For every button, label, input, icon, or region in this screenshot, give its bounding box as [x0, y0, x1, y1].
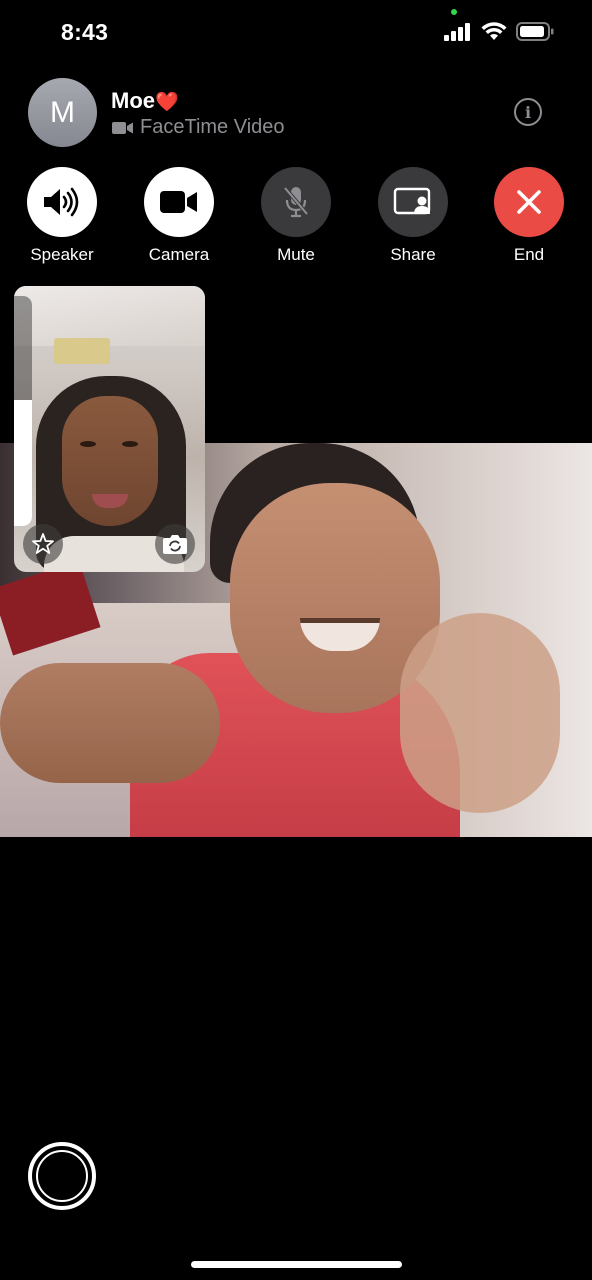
contact-name: Moe❤️	[111, 88, 179, 114]
wifi-icon	[481, 22, 507, 40]
share-label: Share	[390, 245, 436, 264]
zoom-slider[interactable]	[14, 296, 32, 526]
camera-label: Camera	[148, 245, 210, 264]
share-button[interactable]: Share	[363, 167, 463, 265]
effects-star-icon	[32, 533, 54, 554]
status-bar: 8:43	[0, 0, 592, 66]
end-label: End	[513, 245, 545, 264]
call-header: M Moe❤️ FaceTime Video i	[0, 78, 592, 150]
effects-button[interactable]	[23, 524, 63, 564]
zoom-slider-fill	[14, 399, 32, 526]
microphone-slash-icon	[283, 186, 309, 218]
status-icons	[444, 22, 554, 41]
end-call-button[interactable]: End	[479, 167, 579, 265]
info-icon[interactable]: i	[514, 98, 542, 126]
video-camera-icon	[112, 121, 133, 134]
camera-button[interactable]: Camera	[129, 167, 229, 265]
contact-avatar[interactable]: M	[28, 78, 97, 147]
contact-name-text: Moe	[111, 88, 155, 113]
heart-emoji: ❤️	[155, 92, 179, 113]
self-view-pip[interactable]	[14, 286, 205, 572]
home-indicator[interactable]	[191, 1261, 402, 1268]
status-time: 8:43	[61, 19, 109, 45]
live-photo-shutter-icon	[36, 1150, 88, 1202]
speaker-label: Speaker	[30, 245, 94, 264]
speaker-icon	[44, 187, 79, 217]
camera-flip-icon	[163, 535, 187, 554]
speaker-button[interactable]: Speaker	[12, 167, 112, 265]
call-type: FaceTime Video	[112, 116, 285, 139]
call-type-label: FaceTime Video	[140, 116, 285, 138]
battery-icon	[516, 22, 554, 41]
live-photo-shutter-button[interactable]	[28, 1142, 96, 1210]
flip-camera-button[interactable]	[155, 524, 195, 564]
close-icon	[517, 190, 541, 214]
mute-button[interactable]: Mute	[246, 167, 346, 265]
video-camera-icon	[160, 191, 197, 213]
shareplay-icon	[393, 187, 431, 215]
mute-label: Mute	[277, 245, 315, 264]
mic-in-use-indicator	[451, 9, 457, 15]
cellular-signal-icon	[444, 22, 470, 41]
call-controls: Speaker Camera Mute Share End	[0, 167, 592, 267]
